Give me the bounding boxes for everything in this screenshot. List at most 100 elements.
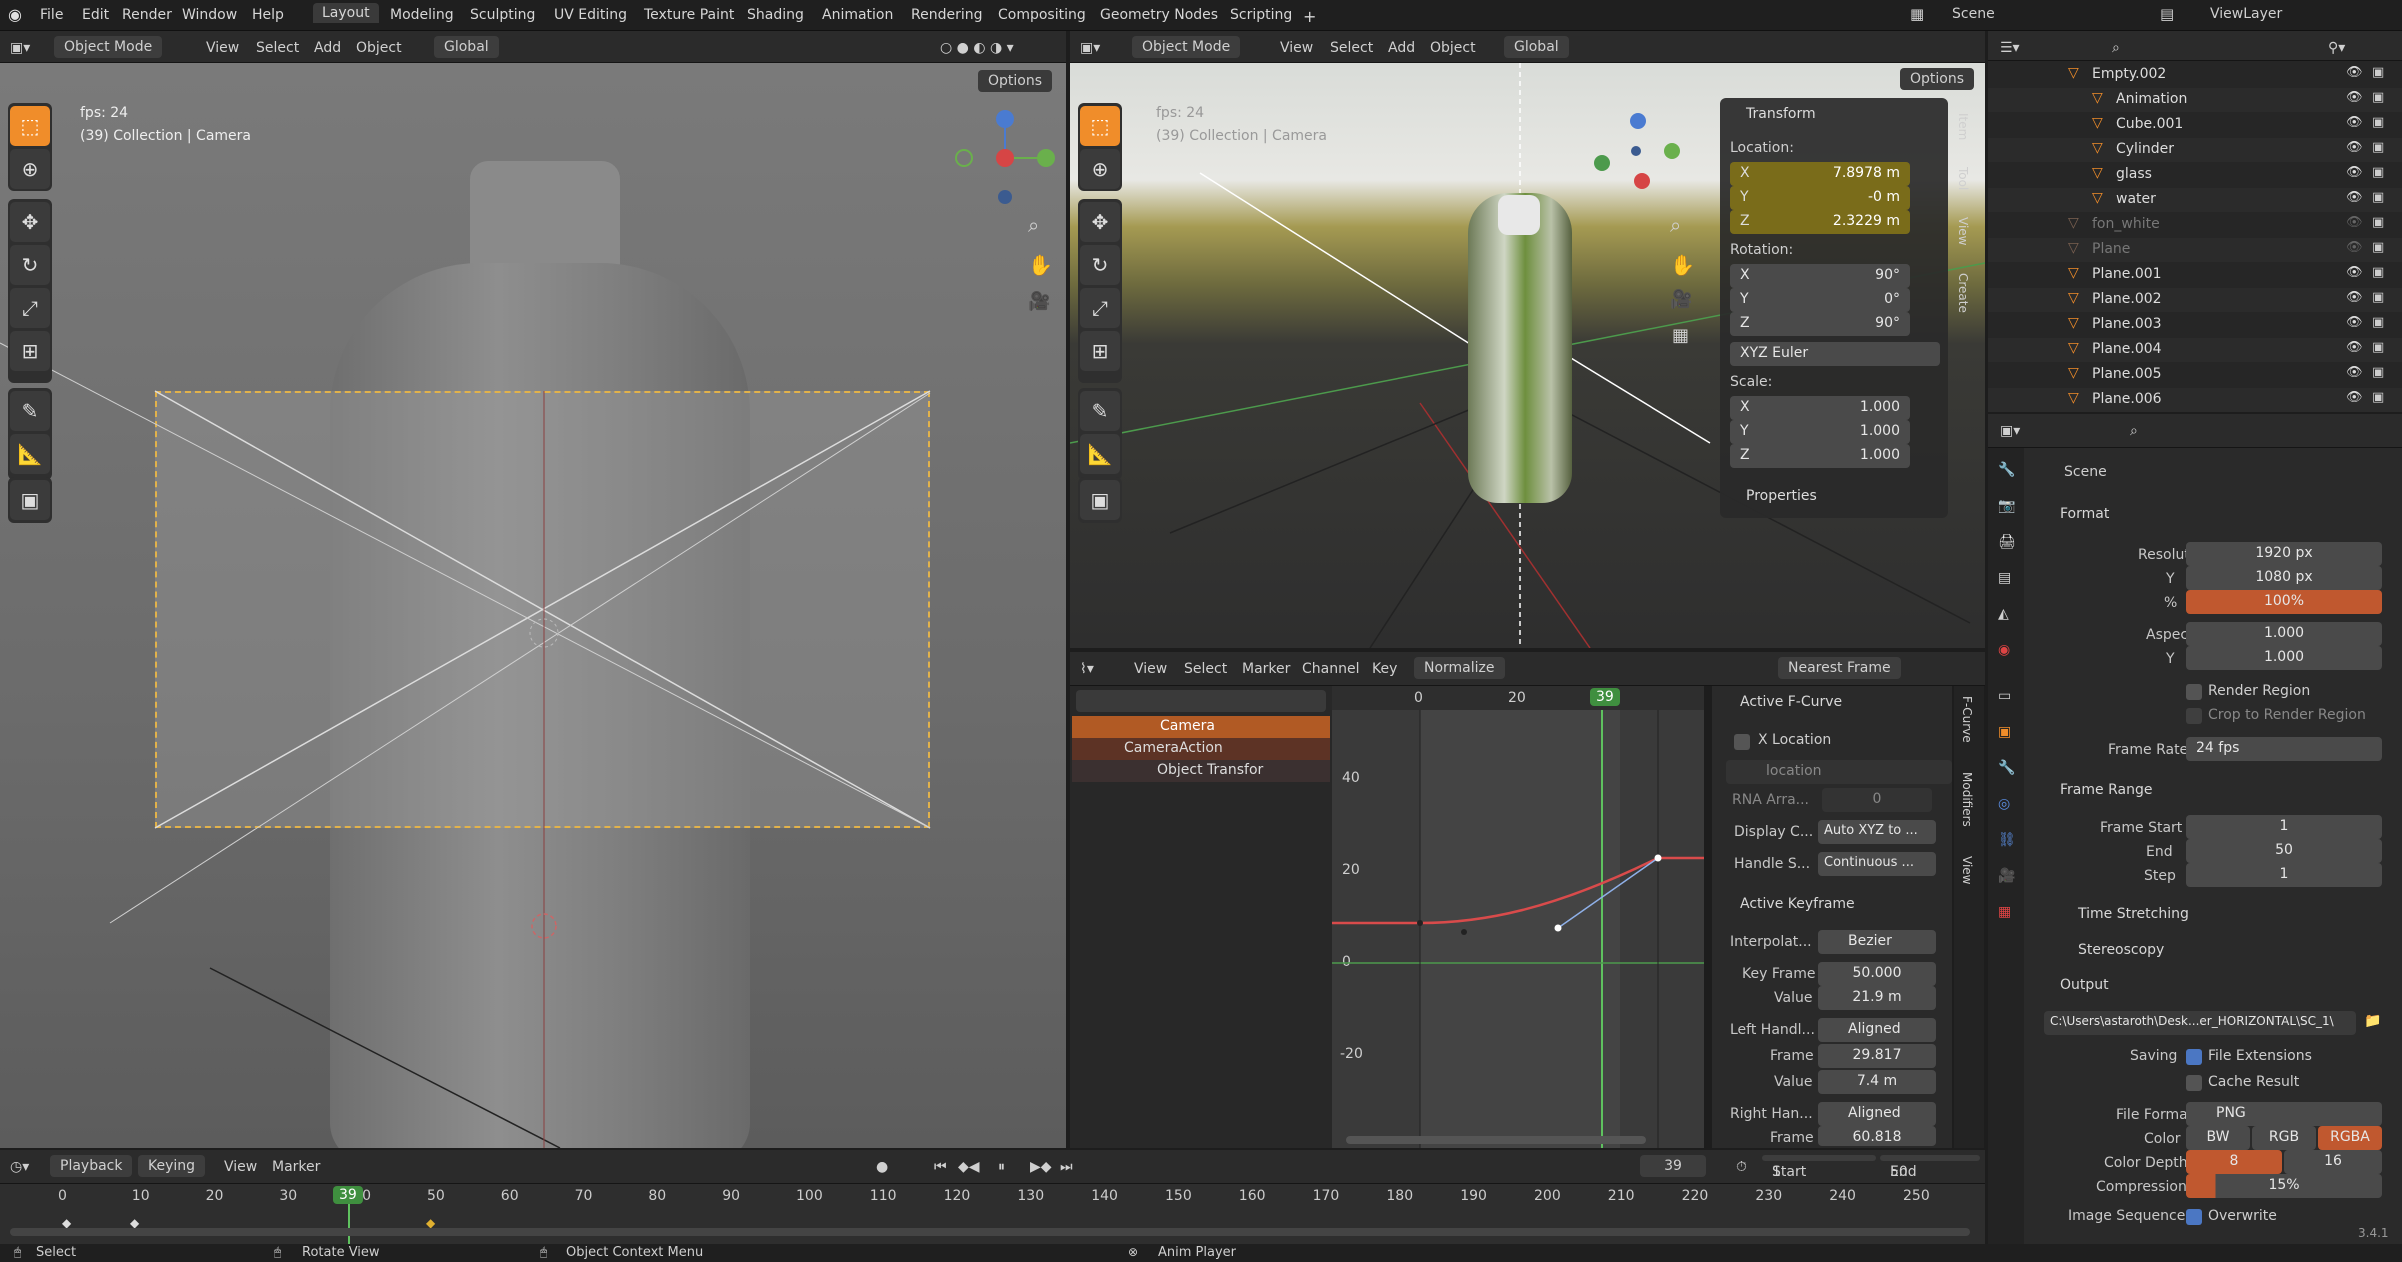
right-frame-field[interactable]: 60.818 xyxy=(1818,1126,1936,1146)
rotate-tool-icon-2[interactable]: ↻ xyxy=(1080,245,1120,285)
outliner-row[interactable]: ▽ Cube.001 👁 ▣ xyxy=(1988,113,2402,137)
outliner-row[interactable]: ▽ Plane.003 👁 ▣ xyxy=(1988,313,2402,337)
tab-create[interactable]: Create xyxy=(1956,273,1970,313)
channel-search[interactable] xyxy=(1076,690,1326,712)
select-tool-icon-2[interactable]: ⬚ xyxy=(1080,106,1120,146)
orientation-dropdown[interactable]: Global xyxy=(434,36,499,58)
annotate-tool-icon-2[interactable]: ✎ xyxy=(1080,391,1120,431)
tab-fcurve[interactable]: F-Curve xyxy=(1960,696,1974,743)
graph-menu-channel[interactable]: Channel xyxy=(1302,661,1359,677)
file-format-dropdown[interactable]: PNG xyxy=(2186,1102,2382,1126)
visibility-eye-icon[interactable]: 👁 xyxy=(2346,140,2363,155)
display-color-dropdown[interactable]: Auto XYZ to ... xyxy=(1818,820,1936,844)
render-camera-icon[interactable]: ▣ xyxy=(2372,65,2384,80)
tab-rendering[interactable]: Rendering xyxy=(911,7,983,23)
tab-shading[interactable]: Shading xyxy=(747,7,804,23)
menu-select-2[interactable]: Select xyxy=(1330,40,1373,56)
move-tool-icon-2[interactable]: ✥ xyxy=(1080,202,1120,242)
time-stretching-section[interactable]: Time Stretching xyxy=(2078,906,2189,922)
normalize-toggle[interactable]: Normalize xyxy=(1414,657,1505,679)
rotate-tool-icon[interactable]: ↻ xyxy=(10,245,50,285)
channel-action[interactable]: CameraAction xyxy=(1072,738,1330,760)
menu-object[interactable]: Object xyxy=(356,40,402,56)
modifier-tab-icon[interactable]: 🔧 xyxy=(1998,760,2015,776)
rna-index-field[interactable]: 0 xyxy=(1822,788,1932,812)
shading-icons[interactable]: ○ ● ◐ ◑ ▾ xyxy=(940,40,1014,56)
tab-geometry-nodes[interactable]: Geometry Nodes xyxy=(1100,7,1218,23)
menu-view[interactable]: View xyxy=(206,40,239,56)
options-button-2[interactable]: Options xyxy=(1900,68,1975,90)
cursor-tool-icon-2[interactable]: ⊕ xyxy=(1080,149,1120,189)
right-handle-dropdown[interactable]: Aligned xyxy=(1818,1102,1936,1126)
outliner-row[interactable]: ▽ water 👁 ▣ xyxy=(1988,188,2402,212)
view-layer-icon[interactable]: ▤ xyxy=(2160,5,2174,23)
cursor-tool-icon[interactable]: ⊕ xyxy=(10,149,50,189)
scale-y-field[interactable]: Y 1.000 xyxy=(1730,420,1910,444)
texture-tab-icon[interactable]: ▦ xyxy=(1998,904,2011,920)
keyframe-frame-field[interactable]: 50.000 xyxy=(1818,962,1936,986)
stereoscopy-section[interactable]: Stereoscopy xyxy=(2078,942,2164,958)
world-tab-icon[interactable]: ◉ xyxy=(1998,642,2010,658)
prev-key-icon[interactable]: ◆◀ xyxy=(958,1159,980,1175)
pause-icon[interactable]: ⏸ xyxy=(998,1159,1005,1175)
tab-modifiers[interactable]: Modifiers xyxy=(1960,772,1974,827)
aspect-x-field[interactable]: 1.000 xyxy=(2186,622,2382,646)
rotation-y-field[interactable]: Y 0° xyxy=(1730,288,1910,312)
outliner-row[interactable]: ▽ fon_white 👁 ▣ xyxy=(1988,213,2402,237)
file-extensions-checkbox[interactable] xyxy=(2186,1049,2202,1065)
frame-start-field[interactable]: 1 xyxy=(2186,815,2382,839)
depth-16-button[interactable]: 16 xyxy=(2284,1150,2382,1174)
transform-title[interactable]: Transform xyxy=(1746,106,1816,122)
frame-step-field[interactable]: 1 xyxy=(2186,863,2382,887)
graph-menu-key[interactable]: Key xyxy=(1372,661,1397,677)
tool-tab-icon[interactable]: 🔧 xyxy=(1998,462,2015,478)
editor-type-icon-3[interactable]: ⌇▾ xyxy=(1080,661,1094,677)
pan-hand-icon[interactable]: ✋ xyxy=(1028,253,1053,277)
tab-graph-view[interactable]: View xyxy=(1960,856,1974,884)
viewport1[interactable]: ⬚ ⊕ ✥ ↻ ⤢ ⊞ ✎ 📐 ▣ fps: 24 (39) Collectio… xyxy=(0,63,1066,1148)
location-y-field[interactable]: Y -0 m xyxy=(1730,186,1910,210)
outliner-filter-icon[interactable]: ⚲▾ xyxy=(2328,40,2345,56)
status-close-icon[interactable]: ⊗ xyxy=(1128,1245,1138,1259)
scale-tool-icon-2[interactable]: ⤢ xyxy=(1080,288,1120,328)
render-camera-icon[interactable]: ▣ xyxy=(2372,265,2384,280)
properties-type-icon[interactable]: ▣▾ xyxy=(2000,423,2020,439)
visibility-eye-icon[interactable]: 👁 xyxy=(2346,240,2363,255)
scale-tool-icon[interactable]: ⤢ xyxy=(10,288,50,328)
outliner-row[interactable]: ▽ Plane 👁 ▣ xyxy=(1988,238,2402,262)
scale-x-field[interactable]: X 1.000 xyxy=(1730,396,1910,420)
visibility-eye-icon[interactable]: 👁 xyxy=(2346,365,2363,380)
measure-tool-icon[interactable]: 📐 xyxy=(10,434,50,474)
jump-end-icon[interactable]: ⏭ xyxy=(1060,1159,1073,1175)
outliner-row[interactable]: ▽ Plane.002 👁 ▣ xyxy=(1988,288,2402,312)
menu-help[interactable]: Help xyxy=(252,7,284,23)
timeline-current-badge[interactable]: 39 xyxy=(333,1186,363,1204)
camera-view-icon[interactable]: 🎥 xyxy=(1028,291,1050,312)
timeline-type-icon[interactable]: ◷▾ xyxy=(10,1159,29,1175)
navigation-gizmo-2[interactable] xyxy=(1590,103,1680,193)
add-cube-tool-icon[interactable]: ▣ xyxy=(10,480,50,520)
color-bw-button[interactable]: BW xyxy=(2186,1126,2250,1150)
zoom-icon-2[interactable]: ⌕ xyxy=(1670,213,1681,237)
menu-add-2[interactable]: Add xyxy=(1388,40,1415,56)
graph-menu-view[interactable]: View xyxy=(1134,661,1167,677)
render-camera-icon[interactable]: ▣ xyxy=(2372,365,2384,380)
output-section[interactable]: Output xyxy=(2060,977,2109,993)
format-section[interactable]: Format xyxy=(2060,506,2109,522)
render-camera-icon[interactable]: ▣ xyxy=(2372,140,2384,155)
current-frame-badge[interactable]: 39 xyxy=(1590,688,1620,706)
active-keyframe-title[interactable]: Active Keyframe xyxy=(1740,896,1855,912)
collection-tab-icon[interactable]: ▭ xyxy=(1998,688,2011,704)
visibility-eye-icon[interactable]: 👁 xyxy=(2346,65,2363,80)
jump-start-icon[interactable]: ⏮ xyxy=(934,1159,947,1175)
render-camera-icon[interactable]: ▣ xyxy=(2372,340,2384,355)
frame-end-field[interactable]: 50 xyxy=(2186,839,2382,863)
zoom-icon[interactable]: ⌕ xyxy=(1028,213,1039,237)
add-workspace-icon[interactable]: + xyxy=(1303,7,1316,26)
channel-camera[interactable]: Camera xyxy=(1072,716,1330,738)
start-field[interactable]: Start 1 xyxy=(1762,1155,1876,1180)
timeline-scrollbar[interactable] xyxy=(10,1228,1970,1236)
render-camera-icon[interactable]: ▣ xyxy=(2372,240,2384,255)
res-x-field[interactable]: 1920 px xyxy=(2186,542,2382,566)
visibility-eye-icon[interactable]: 👁 xyxy=(2346,165,2363,180)
